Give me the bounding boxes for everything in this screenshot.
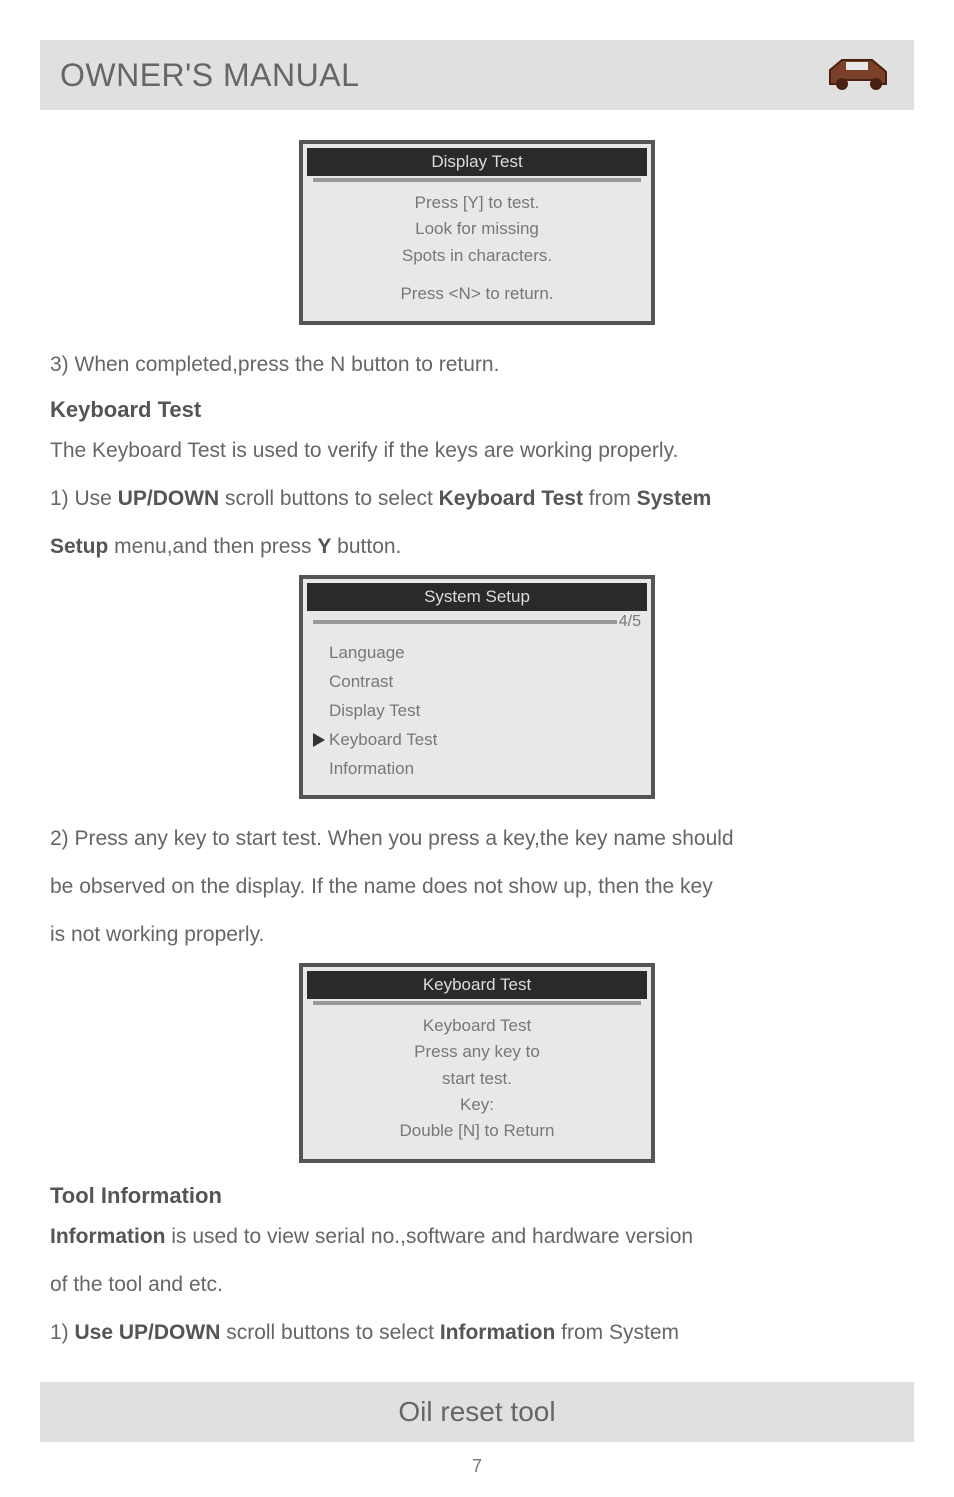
keyboard-test-screen: Keyboard Test Keyboard Test Press any ke… [299, 963, 655, 1163]
divider [313, 620, 617, 624]
bold-text: UP/DOWN [118, 487, 220, 510]
screen-line: Key: [307, 1092, 647, 1118]
screen-title: Display Test [307, 148, 647, 176]
system-setup-screen: System Setup 4/5 Language Contrast Displ… [299, 575, 655, 799]
display-test-screen: Display Test Press [Y] to test. Look for… [299, 140, 655, 325]
text: scroll buttons to select [220, 1321, 439, 1344]
text: 1) Use [50, 487, 118, 510]
text: button. [331, 535, 401, 558]
menu-label: Display Test [329, 697, 420, 726]
page-number: 7 [50, 1456, 904, 1477]
page-counter: 4/5 [617, 613, 641, 631]
paragraph: 1) Use UP/DOWN scroll buttons to select … [50, 1313, 904, 1353]
footer-title: Oil reset tool [398, 1396, 555, 1427]
divider [313, 1001, 641, 1005]
divider [313, 178, 641, 182]
paragraph: of the tool and etc. [50, 1265, 904, 1305]
paragraph: 1) Use UP/DOWN scroll buttons to select … [50, 479, 904, 519]
menu-label: Keyboard Test [329, 726, 437, 755]
paragraph: be observed on the display. If the name … [50, 867, 904, 907]
menu-item: Contrast [329, 668, 647, 697]
menu-item: Display Test [329, 697, 647, 726]
text: is used to view serial no.,software and … [166, 1225, 694, 1248]
tool-information-heading: Tool Information [50, 1183, 904, 1209]
header-bar: OWNER'S MANUAL [40, 40, 914, 110]
text: menu,and then press [108, 535, 317, 558]
bold-text: Keyboard Test [439, 487, 583, 510]
screen-body: Press [Y] to test. Look for missing Spot… [307, 184, 647, 317]
screen-title: Keyboard Test [307, 971, 647, 999]
menu-item: Language [329, 639, 647, 668]
menu-item-selected: Keyboard Test [329, 726, 647, 755]
screen-line: Spots in characters. [307, 243, 647, 269]
screen-body: Keyboard Test Press any key to start tes… [307, 1007, 647, 1155]
screen-line: Double [N] to Return [307, 1118, 647, 1144]
menu-item: Information [329, 755, 647, 784]
screen-line: Press [Y] to test. [307, 190, 647, 216]
paragraph: The Keyboard Test is used to verify if t… [50, 431, 904, 471]
screen-title: System Setup [307, 583, 647, 611]
menu-label: Language [329, 639, 405, 668]
paragraph: is not working properly. [50, 915, 904, 955]
menu-list: Language Contrast Display Test Keyboard … [307, 635, 647, 791]
screen-line: Look for missing [307, 216, 647, 242]
keyboard-test-heading: Keyboard Test [50, 397, 904, 423]
menu-label: Information [329, 755, 414, 784]
triangle-right-icon [313, 733, 325, 747]
text: from System [555, 1321, 679, 1344]
text: from [583, 487, 637, 510]
screen-line: Press <N> to return. [307, 281, 647, 307]
divider-row: 4/5 [313, 613, 641, 631]
paragraph: Information is used to view serial no.,s… [50, 1217, 904, 1257]
bold-text: Y [317, 535, 331, 558]
car-logo-icon [824, 50, 894, 100]
text: 1) [50, 1321, 75, 1344]
step-text: 3) When completed,press the N button to … [50, 345, 904, 385]
bold-text: Use UP/DOWN [75, 1321, 221, 1344]
paragraph: Setup menu,and then press Y button. [50, 527, 904, 567]
bold-text: Information [50, 1225, 166, 1248]
screen-line: Keyboard Test [307, 1013, 647, 1039]
bold-text: Setup [50, 535, 108, 558]
paragraph: 2) Press any key to start test. When you… [50, 819, 904, 859]
screen-line: Press any key to [307, 1039, 647, 1065]
header-title: OWNER'S MANUAL [60, 57, 359, 94]
bold-text: System [637, 487, 712, 510]
menu-label: Contrast [329, 668, 393, 697]
footer-bar: Oil reset tool [40, 1382, 914, 1442]
bold-text: Information [440, 1321, 556, 1344]
screen-line: start test. [307, 1066, 647, 1092]
text: scroll buttons to select [219, 487, 438, 510]
